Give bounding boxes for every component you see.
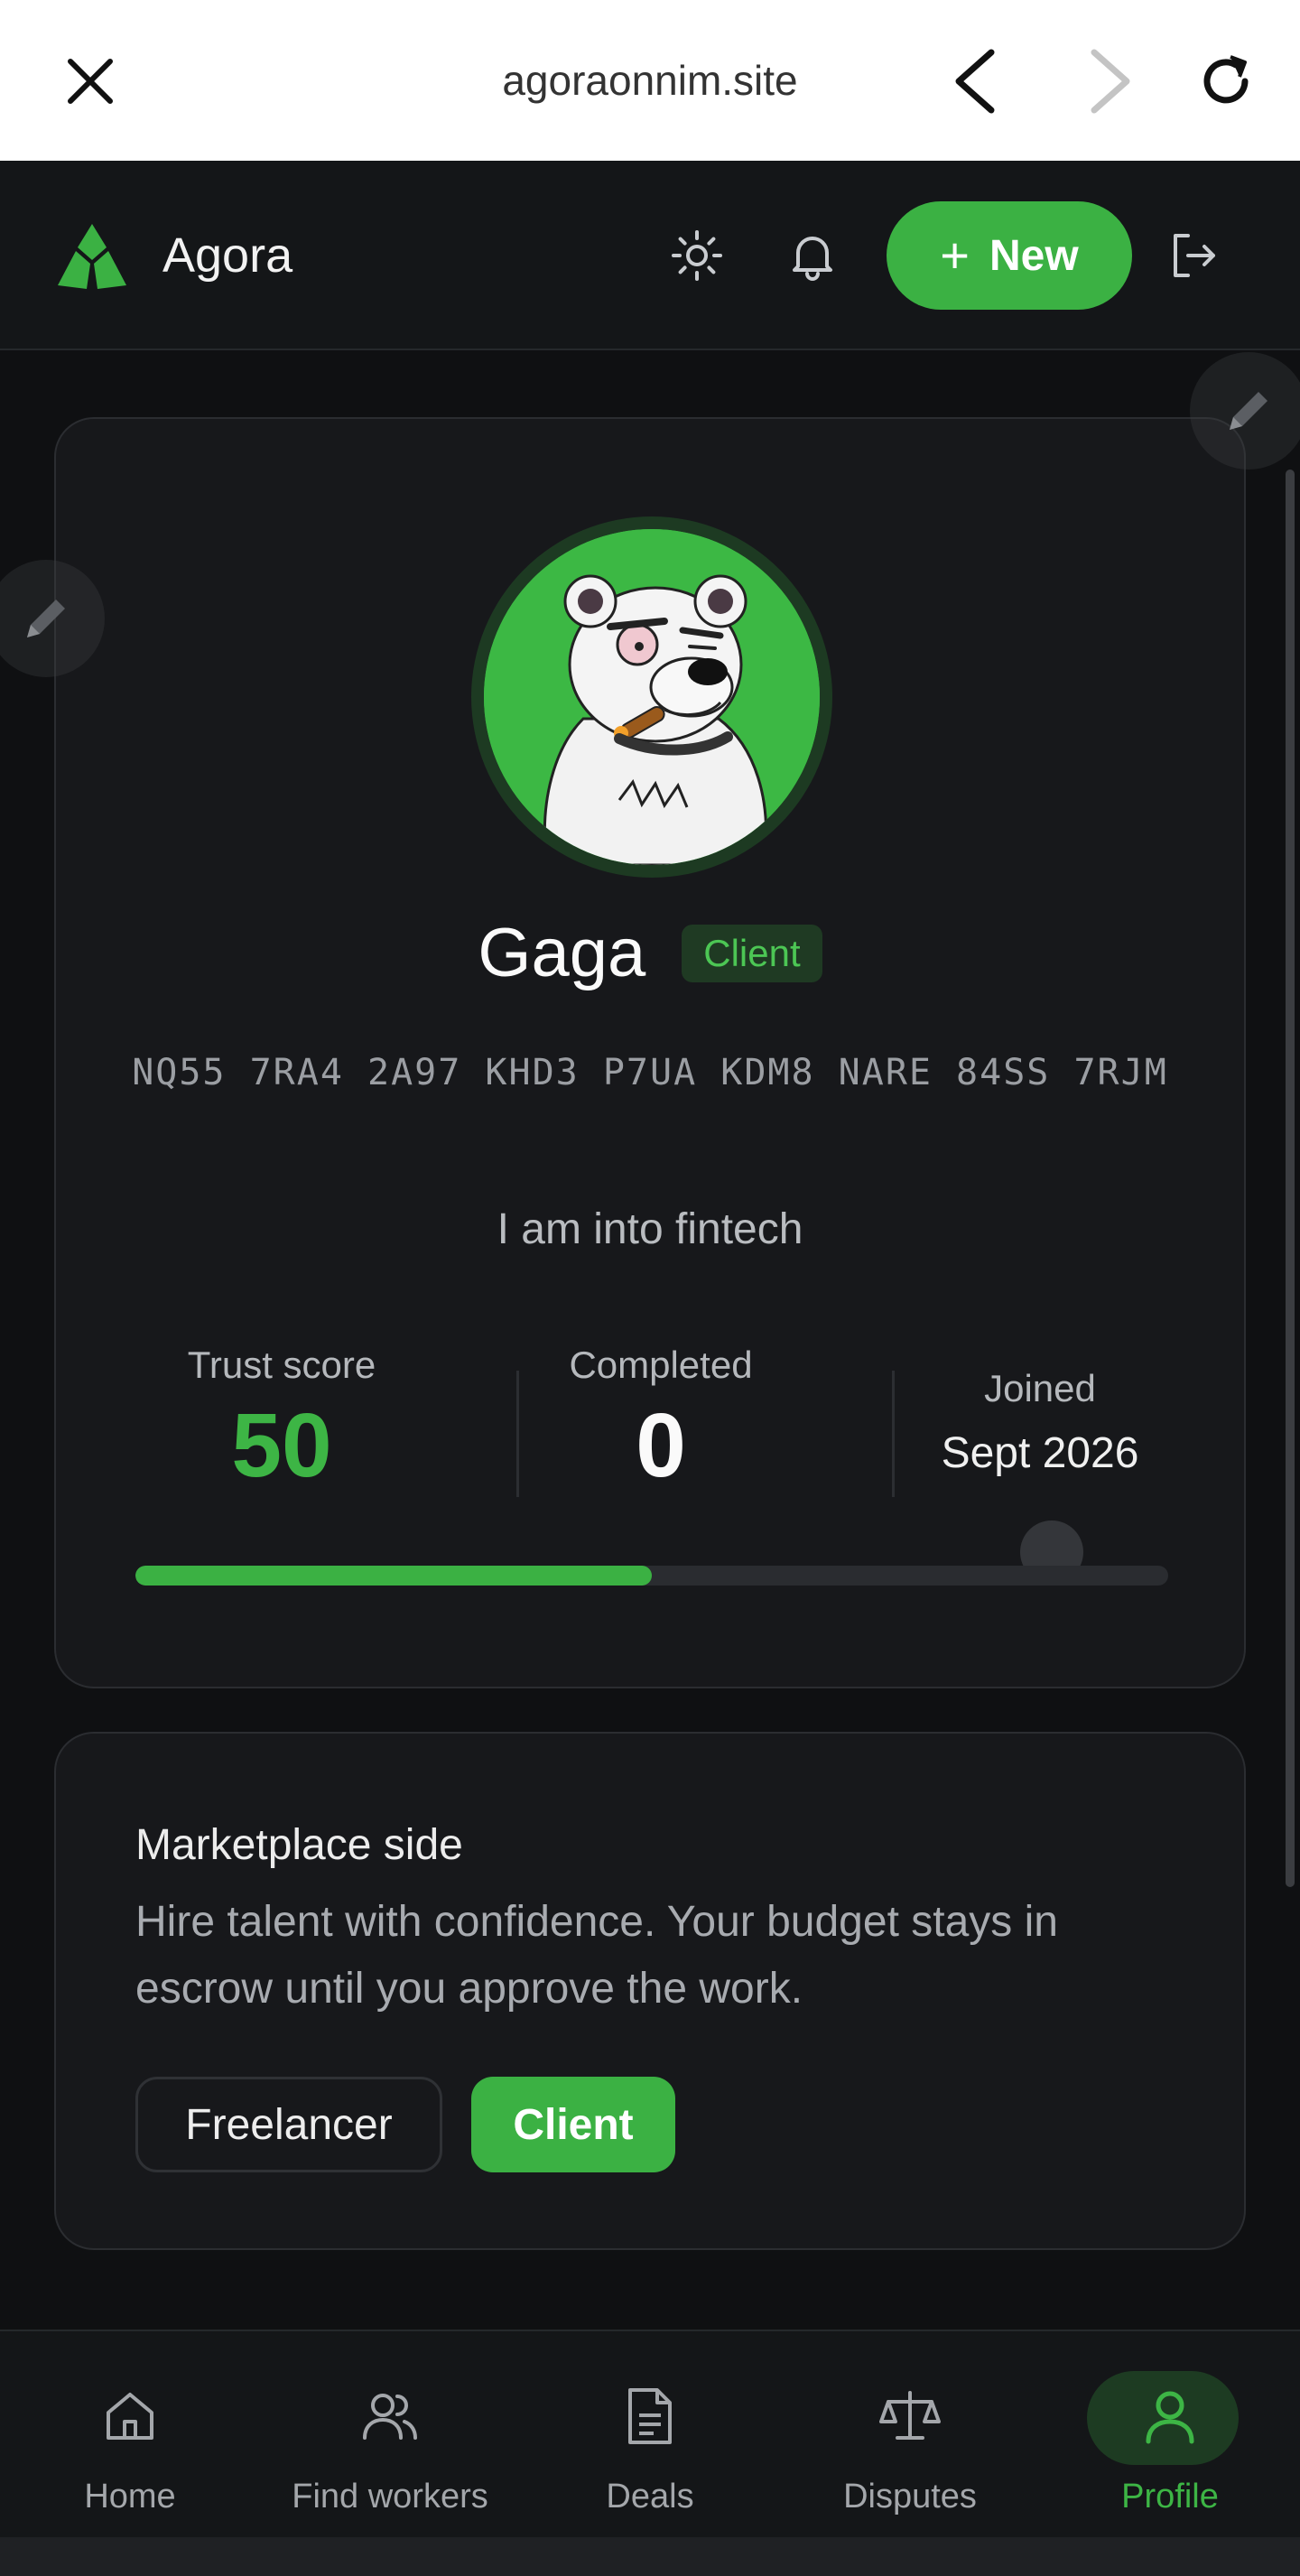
stat-completed: Completed 0 — [489, 1344, 832, 1498]
stat-label: Completed — [569, 1344, 753, 1386]
stat-label: Joined — [984, 1367, 1096, 1409]
nav-item-profile[interactable]: Profile — [1040, 2331, 1300, 2539]
profile-stats: Trust score 50 Completed 0 Joined Sept 2… — [110, 1344, 1193, 1506]
trust-progress-fill — [135, 1566, 652, 1586]
app-header: Agora + New — [0, 161, 1300, 350]
freelancer-button[interactable]: Freelancer — [135, 2077, 442, 2172]
marketplace-card: Marketplace side Hire talent with confid… — [54, 1732, 1246, 2250]
users-icon — [354, 2380, 426, 2452]
marketplace-description: Hire talent with confidence. Your budget… — [135, 1898, 1058, 2013]
role-badge: Client — [682, 924, 822, 982]
joined-value: Sept 2026 — [941, 1429, 1139, 1477]
chevron-right-icon[interactable] — [1071, 42, 1150, 121]
scrollbar[interactable] — [1286, 470, 1295, 1887]
profile-bio: I am into fintech — [497, 1205, 803, 1253]
system-bar — [0, 2537, 1300, 2576]
reload-icon[interactable] — [1186, 42, 1266, 121]
marketplace-title: Marketplace side — [135, 1821, 463, 1869]
stat-label: Trust score — [187, 1344, 376, 1386]
trust-progress-bar — [135, 1566, 1168, 1586]
nav-item-home[interactable]: Home — [0, 2331, 260, 2539]
home-icon — [94, 2380, 166, 2452]
edit-pencil-icon[interactable] — [1190, 352, 1300, 470]
nav-label: Deals — [606, 2478, 694, 2516]
trust-score-value: 50 — [231, 1395, 332, 1496]
profile-card: Gaga Client NQ55 7RA4 2A97 KHD3 P7UA KDM… — [54, 417, 1246, 1688]
plus-icon: + — [940, 227, 970, 284]
nav-item-find-workers[interactable]: Find workers — [260, 2331, 520, 2539]
nav-label: Find workers — [292, 2478, 488, 2516]
wallet-address[interactable]: NQ55 7RA4 2A97 KHD3 P7UA KDM8 NARE 84SS … — [110, 1042, 1190, 1103]
profile-name: Gaga — [478, 915, 646, 991]
bottom-navigation: Home Find workers Deals Disputes Profile — [0, 2330, 1300, 2537]
stat-trust-score: Trust score 50 — [110, 1344, 453, 1498]
nav-item-disputes[interactable]: Disputes — [780, 2331, 1040, 2539]
completed-value: 0 — [636, 1395, 686, 1496]
nav-label: Profile — [1121, 2478, 1219, 2516]
brand-name: Agora — [162, 228, 293, 283]
nav-label: Home — [84, 2478, 176, 2516]
scale-icon — [874, 2380, 946, 2452]
logout-icon[interactable] — [1157, 219, 1230, 292]
user-icon — [1134, 2380, 1206, 2452]
new-button-label: New — [989, 231, 1079, 280]
sun-icon[interactable] — [661, 219, 733, 292]
client-button[interactable]: Client — [471, 2077, 675, 2172]
new-button[interactable]: + New — [887, 201, 1132, 310]
document-icon — [614, 2380, 686, 2452]
avatar-ring — [471, 516, 832, 878]
stat-joined: Joined Sept 2026 — [868, 1367, 1212, 1478]
nav-item-deals[interactable]: Deals — [520, 2331, 780, 2539]
app-screen: agoraonnim.site Agora + New Gaga Client … — [0, 0, 1300, 2576]
nav-label: Disputes — [843, 2478, 977, 2516]
agora-logo — [54, 220, 130, 296]
main-content: Gaga Client NQ55 7RA4 2A97 KHD3 P7UA KDM… — [0, 352, 1300, 2330]
name-row: Gaga Client — [56, 914, 1244, 992]
browser-toolbar: agoraonnim.site — [0, 0, 1300, 161]
bell-icon[interactable] — [776, 219, 849, 292]
avatar[interactable] — [484, 529, 820, 865]
chevron-left-icon[interactable] — [935, 42, 1015, 121]
